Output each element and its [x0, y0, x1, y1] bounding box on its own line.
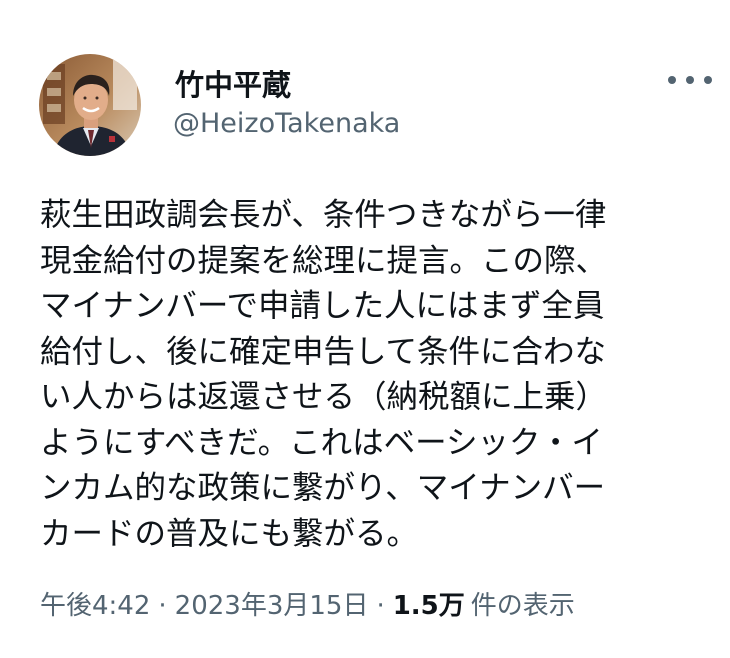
- more-horizontal-icon[interactable]: [668, 70, 712, 90]
- tweet-text-line: 現金給付の提案を総理に提言。この際、: [40, 242, 608, 279]
- tweet-card: 竹中平蔵 @HeizoTakenaka 萩生田政調会長が、条件つきながら一律 現…: [0, 0, 730, 658]
- tweet-date[interactable]: 2023年3月15日: [175, 585, 369, 622]
- tweet-text-line: ようにすべきだ。これはベーシック・イ: [40, 424, 603, 461]
- tweet-text-line: 萩生田政調会長が、条件つきながら一律: [40, 197, 607, 233]
- tweet-text-line: い人からは返還させる（納税額に上乗）: [40, 379, 608, 415]
- meta-separator: ·: [158, 591, 167, 621]
- tweet-text-line: ンカム的な政策に繋がり、マイナンバー: [40, 470, 606, 506]
- dot-icon: [704, 76, 712, 84]
- tweet-metadata: 午後4:42 · 2023年3月15日 · 1.5万 件の表示: [40, 585, 575, 622]
- tweet-text-line: マイナンバーで申請した人にはまず全員: [40, 288, 605, 324]
- tweet-text: 萩生田政調会長が、条件つきながら一律 現金給付の提案を総理に提言。この際、 マイ…: [40, 193, 700, 557]
- tweet-text-line: 給付し、後に確定申告して条件に合わな: [40, 333, 607, 370]
- tweet-time[interactable]: 午後4:42: [40, 585, 150, 622]
- tweet-text-line: カードの普及にも繋がる。: [40, 515, 419, 552]
- avatar[interactable]: [39, 54, 141, 156]
- dot-icon: [686, 76, 694, 84]
- author-display-name[interactable]: 竹中平蔵: [175, 62, 291, 104]
- author-handle[interactable]: @HeizoTakenaka: [173, 108, 400, 139]
- meta-separator: ·: [376, 591, 385, 621]
- dot-icon: [668, 76, 676, 84]
- views-count[interactable]: 1.5万: [393, 585, 465, 622]
- views-label: 件の表示: [470, 591, 575, 621]
